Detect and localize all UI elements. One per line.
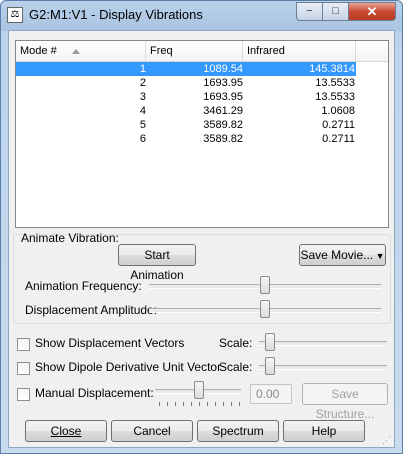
slider-tick — [215, 402, 216, 406]
dialog-window: ⚖ G2:M1:V1 - Display Vibrations − □ ✕ Mo… — [0, 0, 403, 454]
save-structure-label: Save Structure... — [315, 387, 375, 421]
spectrum-button-label: Spectrum — [212, 424, 264, 438]
table-row[interactable]: 5 3589.82 0.2711 — [16, 118, 356, 132]
cell-freq: 3589.82 — [203, 119, 243, 131]
slider-tick — [239, 402, 240, 406]
cancel-button[interactable]: Cancel — [111, 420, 193, 442]
table-row[interactable]: 2 1693.95 13.5533 — [16, 76, 356, 90]
manual-displacement-checkbox[interactable] — [17, 388, 30, 401]
cell-freq: 1089.54 — [203, 63, 243, 75]
cell-infrared: 145.3814 — [309, 63, 355, 75]
close-window-button[interactable]: ✕ — [348, 2, 396, 21]
show-displacement-vectors-checkbox[interactable] — [17, 338, 30, 351]
close-button[interactable]: Close — [25, 420, 107, 442]
start-animation-label: Start Animation — [130, 248, 184, 282]
cell-freq: 1693.95 — [203, 91, 243, 103]
show-dipole-derivative-checkbox[interactable] — [17, 362, 30, 375]
vectors-scale-slider-thumb[interactable] — [265, 333, 275, 351]
table-row[interactable]: 3 1693.95 13.5533 — [16, 90, 356, 104]
show-displacement-vectors-label: Show Displacement Vectors — [35, 336, 185, 350]
close-button-label: Close — [50, 424, 82, 438]
save-movie-label: Save Movie... — [300, 248, 374, 262]
show-dipole-derivative-label: Show Dipole Derivative Unit Vector — [35, 360, 222, 374]
slider-tick — [167, 402, 168, 406]
cell-freq: 3461.29 — [203, 105, 243, 117]
slider-tick — [223, 402, 224, 406]
manual-displacement-label: Manual Displacement: — [35, 386, 154, 400]
cell-infrared: 0.2711 — [322, 119, 355, 131]
cancel-button-label: Cancel — [133, 424, 171, 438]
slider-tick — [175, 402, 176, 406]
column-header-mode[interactable]: Mode # — [16, 41, 146, 61]
cell-mode: 1 — [139, 63, 146, 75]
cell-freq: 1693.95 — [203, 77, 243, 89]
maximize-button[interactable]: □ — [322, 2, 349, 21]
manual-displacement-ticks — [159, 402, 240, 407]
slider-tick — [199, 402, 200, 406]
modes-table[interactable]: Mode # Freq Infrared 1 1089.54 145.3814 2 16… — [15, 40, 389, 228]
cell-infrared: 13.5533 — [315, 77, 355, 89]
displacement-amplitude-label: Displacement Amplitude: — [25, 303, 158, 317]
slider-tick — [207, 402, 208, 406]
slider-tick — [183, 402, 184, 406]
dipole-scale-label: Scale: — [219, 360, 253, 374]
animate-vibration-label: Animate Vibration: — [21, 231, 119, 245]
dialog-client: Mode # Freq Infrared 1 1089.54 145.3814 2 16… — [8, 30, 395, 448]
app-icon: ⚖ — [7, 7, 23, 23]
dipole-scale-slider-thumb[interactable] — [265, 357, 275, 375]
help-button[interactable]: Help — [283, 420, 365, 442]
cell-mode: 6 — [139, 133, 146, 145]
table-row[interactable]: 4 3461.29 1.0608 — [16, 104, 356, 118]
vectors-scale-track[interactable] — [259, 341, 387, 346]
title-bar[interactable]: ⚖ G2:M1:V1 - Display Vibrations − □ ✕ — [1, 1, 402, 29]
column-label-mode: Mode # — [20, 45, 57, 57]
slider-tick — [231, 402, 232, 406]
column-header-freq[interactable]: Freq — [146, 41, 243, 61]
slider-tick — [191, 402, 192, 406]
table-header: Mode # Freq Infrared — [16, 41, 388, 62]
cell-mode: 5 — [139, 119, 146, 131]
manual-displacement-slider-thumb[interactable] — [194, 381, 204, 399]
column-label-infrared: Infrared — [247, 45, 285, 57]
help-button-label: Help — [311, 424, 337, 438]
cell-infrared: 13.5533 — [315, 91, 355, 103]
cell-mode: 3 — [139, 91, 146, 103]
save-movie-button[interactable]: Save Movie... ▼ — [299, 244, 386, 266]
dropdown-arrow-icon: ▼ — [373, 251, 385, 261]
minimize-button[interactable]: − — [296, 2, 323, 21]
table-row[interactable]: 6 3589.82 0.2711 — [16, 132, 356, 146]
resize-grip-icon[interactable]: ⋰ — [382, 435, 392, 445]
animation-frequency-slider-thumb[interactable] — [260, 276, 270, 294]
slider-tick — [159, 402, 160, 406]
dipole-scale-track[interactable] — [259, 365, 387, 370]
column-label-freq: Freq — [150, 45, 173, 57]
save-structure-button[interactable]: Save Structure... — [302, 383, 388, 421]
cell-infrared: 0.2711 — [322, 133, 355, 145]
start-animation-button[interactable]: Start Animation — [118, 244, 196, 282]
cell-freq: 3589.82 — [203, 133, 243, 145]
spectrum-button[interactable]: Spectrum — [197, 420, 279, 442]
column-header-infrared[interactable]: Infrared — [243, 41, 356, 61]
cell-mode: 2 — [139, 77, 146, 89]
vectors-scale-label: Scale: — [219, 336, 253, 350]
cell-infrared: 1.0608 — [321, 105, 355, 117]
cell-mode: 4 — [139, 105, 146, 117]
window-title: G2:M1:V1 - Display Vibrations — [29, 7, 203, 22]
manual-displacement-value-field[interactable]: 0.00 — [250, 384, 292, 404]
sort-ascending-icon — [72, 49, 80, 54]
table-row[interactable]: 1 1089.54 145.3814 — [16, 62, 356, 76]
displacement-amplitude-slider-thumb[interactable] — [260, 300, 270, 318]
animation-frequency-label: Animation Frequency: — [25, 279, 142, 293]
